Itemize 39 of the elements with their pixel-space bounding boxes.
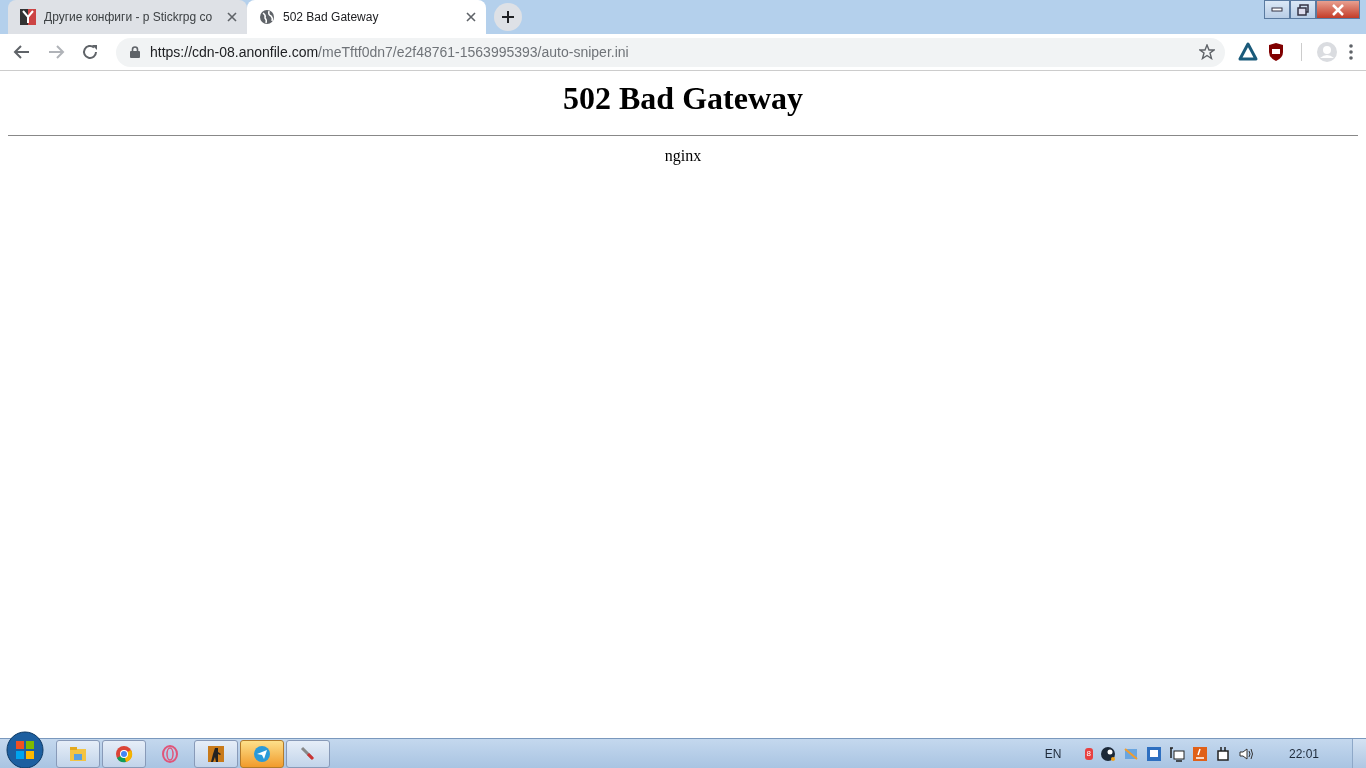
volume-icon[interactable] — [1237, 745, 1254, 762]
soldier-icon — [206, 743, 226, 764]
notification-badge[interactable]: 8 — [1084, 747, 1093, 760]
tab-title: 502 Bad Gateway — [283, 9, 380, 26]
clock[interactable]: 22:01 — [1288, 744, 1319, 763]
reload-icon — [81, 43, 99, 61]
ring-icon — [160, 743, 180, 764]
minimize-button[interactable] — [1264, 0, 1290, 19]
globe-icon — [259, 9, 275, 25]
language-indicator[interactable]: EN — [1044, 744, 1062, 763]
tab-title: Другие конфиги - р Stickrpg co — [44, 9, 214, 26]
close-icon — [1332, 3, 1344, 16]
new-tab-button[interactable] — [494, 3, 522, 31]
star-icon[interactable] — [1199, 44, 1215, 60]
server-name: nginx — [664, 147, 702, 165]
extension-icon[interactable] — [1237, 41, 1259, 63]
plus-icon — [501, 10, 515, 24]
close-icon[interactable] — [466, 12, 476, 22]
restore-button[interactable] — [1290, 0, 1316, 19]
browser-tab[interactable]: Другие конфиги - р Stickrpg co — [8, 0, 247, 34]
forward-icon — [47, 43, 65, 61]
back-icon — [13, 43, 31, 61]
logo-icon — [20, 9, 36, 25]
address-bar[interactable]: https://cdn-08.anonfile.com/meTftf0dn7/e2f48761-1563995393/auto-sniper.ini — [116, 37, 1225, 67]
browser-tab[interactable]: 502 Bad Gateway — [247, 0, 486, 34]
network-icon[interactable] — [1168, 745, 1185, 762]
lock-icon — [130, 46, 140, 58]
game-client-icon[interactable] — [1099, 745, 1116, 762]
display-icon[interactable] — [1145, 745, 1162, 762]
power-plug-icon[interactable] — [1214, 745, 1231, 762]
paper-plane-icon — [252, 743, 272, 764]
error-heading: 502 Bad Gateway — [562, 81, 804, 117]
close-button[interactable] — [1316, 0, 1360, 19]
restore-icon — [1297, 3, 1309, 16]
url-text: https://cdn-08.anonfile.com/meTftf0dn7/e2f48761-1563995393/auto-sniper.ini — [150, 42, 630, 62]
start-button[interactable] — [6, 730, 44, 768]
close-icon[interactable] — [227, 12, 237, 22]
browser-icon — [114, 743, 134, 764]
taskbar-button[interactable] — [194, 739, 238, 768]
